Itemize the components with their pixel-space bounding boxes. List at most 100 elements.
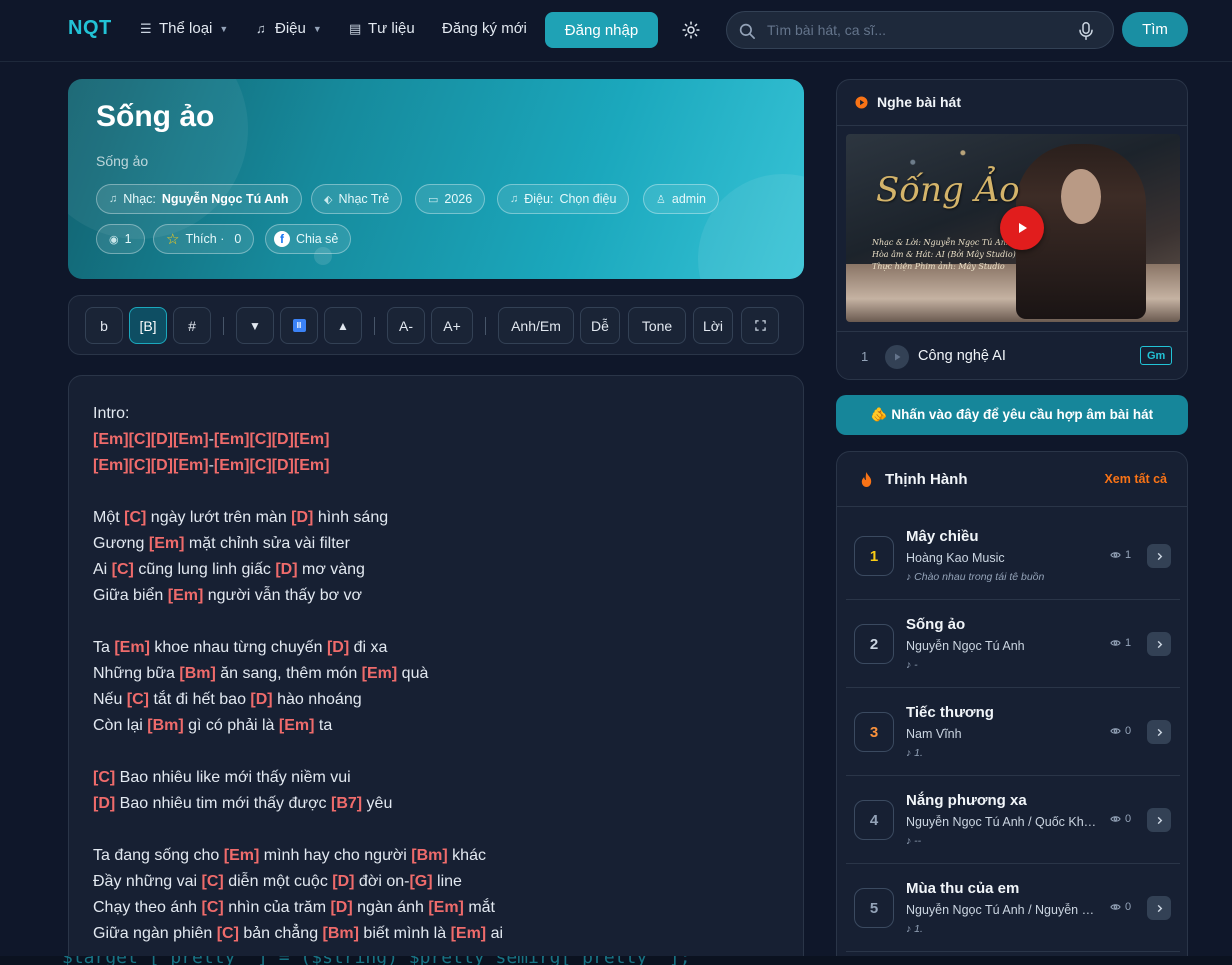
rhythm-pill[interactable]: ♫ Điệu: Chọn điệu — [497, 184, 630, 214]
open-song-button[interactable] — [1147, 896, 1171, 920]
chevron-right-icon — [1157, 904, 1162, 912]
trending-item[interactable]: 4 Nắng phương xa Nguyễn Ngọc Tú Anh / Quốc… — [846, 778, 1180, 864]
chord[interactable]: [C] — [127, 691, 149, 708]
chord[interactable]: [Bm] — [147, 717, 183, 734]
chord[interactable]: [D] — [93, 795, 115, 812]
chord[interactable]: [Em] — [214, 431, 250, 448]
chord[interactable]: [C] — [249, 457, 271, 474]
trending-item[interactable]: 2 Sống ảo Nguyễn Ngọc Tú Anh ♪ - 1 — [846, 602, 1180, 688]
autoscroll-pause-button[interactable]: II — [280, 307, 318, 344]
tone-button[interactable]: Tone — [628, 307, 686, 344]
notation-button[interactable]: Anh/Em — [498, 307, 574, 344]
chord[interactable]: [Bm] — [323, 925, 359, 942]
open-song-button[interactable] — [1147, 808, 1171, 832]
chord[interactable]: [Em] — [294, 457, 330, 474]
chord[interactable]: [D] — [272, 457, 294, 474]
font-bigger-button[interactable]: A+ — [431, 307, 473, 344]
chord[interactable]: [Em] — [149, 535, 185, 552]
chord[interactable]: [D] — [250, 691, 272, 708]
chord[interactable]: [C] — [129, 431, 151, 448]
trending-item[interactable]: 5 Mùa thu của em Nguyễn Ngọc Tú Anh / Nguy… — [846, 866, 1180, 952]
microphone-icon[interactable] — [1077, 21, 1095, 41]
chord[interactable]: [Em] — [93, 431, 129, 448]
trending-item[interactable]: 1 Mây chiều Hoàng Kao Music ♪ Chào nhau tro… — [846, 514, 1180, 600]
chord[interactable]: [Em] — [362, 665, 398, 682]
see-all-link[interactable]: Xem tất cả — [1104, 472, 1167, 486]
chord[interactable]: [D] — [275, 561, 297, 578]
chord[interactable]: [C] — [202, 899, 224, 916]
lyrics-only-button[interactable]: Lời — [693, 307, 733, 344]
chord[interactable]: [C] — [249, 431, 271, 448]
chord[interactable]: [D] — [327, 639, 349, 656]
video-thumbnail[interactable]: Sống Ảo Nhạc & Lời: Nguyễn Ngọc Tú Anh H… — [846, 134, 1180, 322]
lyric-text: Còn lại — [93, 717, 148, 734]
scroll-faster-button[interactable]: ▲ — [324, 307, 362, 344]
chord[interactable]: [G] — [409, 873, 432, 890]
chord[interactable]: [Em] — [428, 899, 464, 916]
chord[interactable]: [D] — [291, 509, 313, 526]
easy-chords-button[interactable]: Dễ — [580, 307, 620, 344]
chord[interactable]: [Em] — [294, 431, 330, 448]
chord[interactable]: [Em] — [214, 457, 250, 474]
nav-register[interactable]: Đăng ký mới — [442, 20, 527, 37]
nav-rhythm[interactable]: ♫ Điệu ▼ — [256, 20, 322, 37]
chord[interactable]: [D] — [151, 457, 173, 474]
natural-button[interactable]: [B] — [129, 307, 167, 344]
nav-resources[interactable]: ▤ Tư liệu — [349, 20, 415, 37]
chord[interactable]: [C] — [93, 769, 115, 786]
chord[interactable]: [D] — [332, 873, 354, 890]
trending-item[interactable]: 3 Tiếc thương Nam Vĩnh ♪ 1. 0 — [846, 690, 1180, 776]
open-song-button[interactable] — [1147, 544, 1171, 568]
trending-song-title: Mây chiều — [906, 528, 979, 545]
lyric-text: cũng lung linh giấc — [133, 561, 276, 578]
sun-icon[interactable] — [682, 21, 700, 39]
chord[interactable]: [Em] — [173, 431, 209, 448]
chord[interactable]: [Em] — [224, 847, 260, 864]
search-button[interactable]: Tìm — [1122, 12, 1188, 47]
flat-button[interactable]: b — [85, 307, 123, 344]
track-play-button[interactable] — [885, 345, 909, 369]
like-button[interactable]: ☆ Thích · 0 — [153, 224, 255, 254]
playlist-item[interactable]: 1 Công nghệ AI Gm — [837, 331, 1187, 379]
font-smaller-button[interactable]: A- — [387, 307, 425, 344]
open-song-button[interactable] — [1147, 632, 1171, 656]
nav-categories[interactable]: ☰ Thể loại ▼ — [140, 20, 228, 37]
request-chords-button[interactable]: 🫵 Nhấn vào đây để yêu cầu hợp âm bài hát — [836, 395, 1188, 435]
share-facebook-button[interactable]: f Chia sẻ — [265, 224, 352, 254]
login-button[interactable]: Đăng nhập — [545, 12, 658, 48]
chord[interactable]: [C] — [129, 457, 151, 474]
view-count-value: 1 — [1125, 549, 1132, 561]
site-logo[interactable]: NQT — [68, 17, 112, 40]
lyric-line: Chạy theo ánh [C] nhìn của trăm [D] ngàn… — [93, 895, 779, 921]
scroll-slower-button[interactable]: ▼ — [236, 307, 274, 344]
chord[interactable]: [Em] — [279, 717, 315, 734]
lyric-text: mơ vàng — [297, 561, 365, 578]
chord[interactable]: [C] — [202, 873, 224, 890]
year-pill[interactable]: ▭ 2026 — [415, 184, 486, 214]
chord[interactable]: [D] — [272, 431, 294, 448]
fullscreen-button[interactable] — [741, 307, 779, 344]
lyric-line: Ta [Em] khoe nhau từng chuyến [D] đi xa — [93, 635, 779, 661]
chord[interactable]: [Em] — [451, 925, 487, 942]
sharp-button[interactable]: # — [173, 307, 211, 344]
chord[interactable]: [C] — [217, 925, 239, 942]
open-song-button[interactable] — [1147, 720, 1171, 744]
chord[interactable]: [B7] — [331, 795, 362, 812]
composer-pill[interactable]: ♫ Nhạc: Nguyễn Ngọc Tú Anh — [96, 184, 302, 214]
chord[interactable]: [C] — [124, 509, 146, 526]
chord[interactable]: [Em] — [114, 639, 150, 656]
chord[interactable]: [Em] — [168, 587, 204, 604]
chord[interactable]: [C] — [112, 561, 134, 578]
search-input[interactable] — [767, 12, 1067, 48]
chord[interactable]: [D] — [330, 899, 352, 916]
chord[interactable]: [Em] — [173, 457, 209, 474]
chord[interactable]: [Bm] — [179, 665, 215, 682]
chord[interactable]: [Em] — [93, 457, 129, 474]
genre-pill[interactable]: ⬖ Nhạc Trẻ — [311, 184, 403, 214]
chord[interactable]: [D] — [151, 431, 173, 448]
year-label: 2026 — [444, 192, 473, 206]
uploader-pill[interactable]: ♙ admin — [643, 184, 719, 214]
video-play-button[interactable] — [1000, 206, 1044, 250]
chord[interactable]: [Bm] — [411, 847, 447, 864]
search-box — [726, 11, 1114, 49]
